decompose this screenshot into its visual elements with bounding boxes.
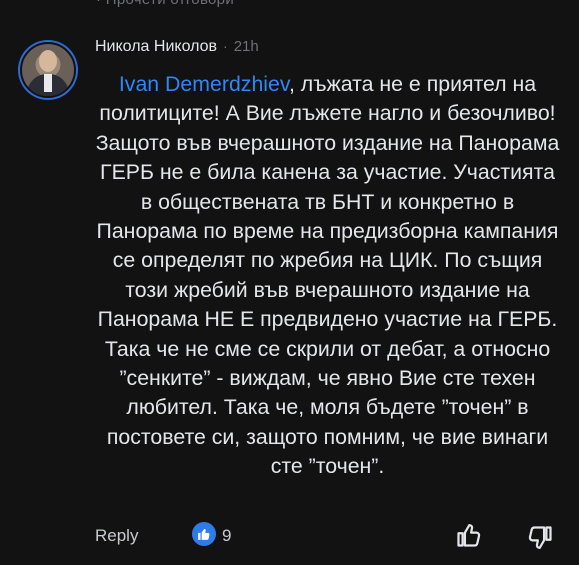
previous-comment-cut-text: · Прочети отговори xyxy=(96,0,234,8)
separator-dot: · xyxy=(223,38,228,54)
like-count: 9 xyxy=(222,526,232,545)
previous-comment-fragment: · Прочети отговори xyxy=(0,0,579,14)
comment-header: Никола Николов · 21h xyxy=(95,38,259,56)
comment-body: Ivan Demerdzhiev, лъжата не е приятел на… xyxy=(95,70,560,482)
author-name[interactable]: Никола Николов xyxy=(95,38,217,56)
avatar[interactable] xyxy=(18,40,78,100)
thumbs-down-outline-icon[interactable] xyxy=(526,524,554,552)
comment-text: , лъжата не е приятел на политиците! А В… xyxy=(95,72,560,479)
thumbs-up-icon[interactable] xyxy=(192,522,216,546)
comment-time[interactable]: 21h xyxy=(234,38,259,55)
mention-link[interactable]: Ivan Demerdzhiev xyxy=(119,72,289,96)
comment-actions: Reply 9 xyxy=(0,518,579,558)
thumbs-up-outline-icon[interactable] xyxy=(455,521,483,549)
avatar-photo xyxy=(20,42,76,98)
thumbs-up-icon-glyph xyxy=(198,528,210,540)
reply-button[interactable]: Reply xyxy=(95,526,138,546)
